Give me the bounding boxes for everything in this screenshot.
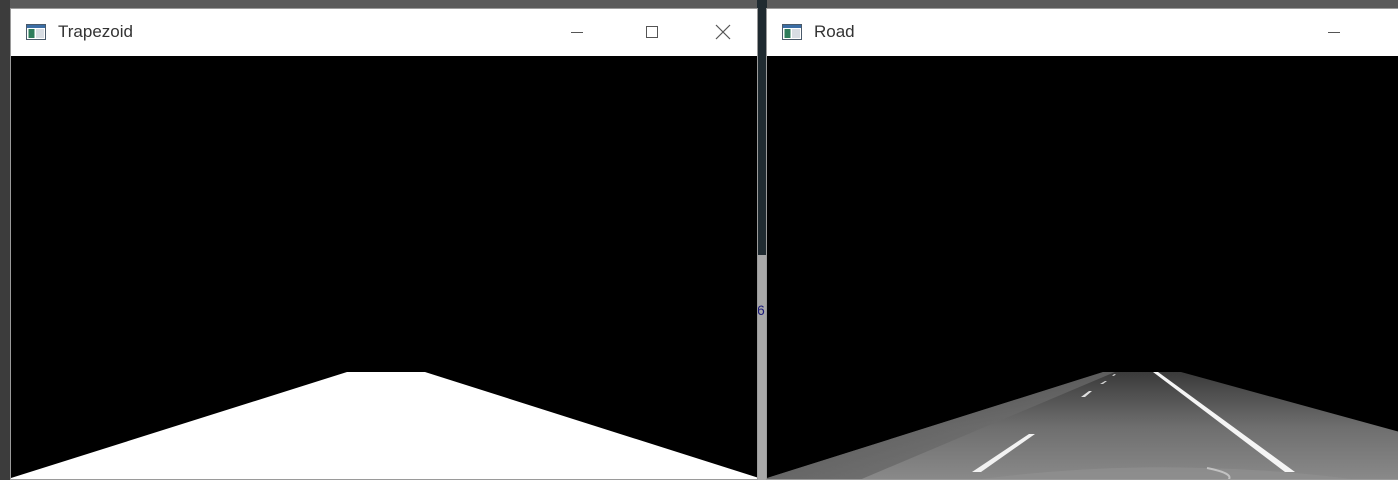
close-button[interactable] (700, 17, 746, 47)
background-window-edge-left (0, 0, 10, 480)
minimize-button[interactable] (554, 17, 600, 47)
maximize-icon (646, 26, 658, 38)
trapezoid-window[interactable]: Trapezoid (10, 8, 758, 480)
close-icon (715, 24, 731, 40)
maximize-button[interactable] (629, 17, 675, 47)
road-window-titlebar[interactable]: Road (767, 9, 1398, 56)
window-app-icon (782, 24, 802, 40)
minimize-icon (571, 32, 583, 33)
trapezoid-window-titlebar[interactable]: Trapezoid (11, 9, 757, 56)
desktop: 6 Trapezoid Road (0, 0, 1398, 480)
minimize-icon (1328, 32, 1340, 33)
window-title: Road (814, 22, 855, 41)
window-app-icon (26, 24, 46, 40)
window-title: Trapezoid (58, 22, 133, 41)
road-window[interactable]: Road (766, 8, 1398, 480)
minimize-button[interactable] (1311, 17, 1357, 47)
road-image-canvas (767, 56, 1398, 479)
maximize-button[interactable] (1385, 17, 1398, 47)
trapezoid-image-canvas (11, 56, 757, 479)
